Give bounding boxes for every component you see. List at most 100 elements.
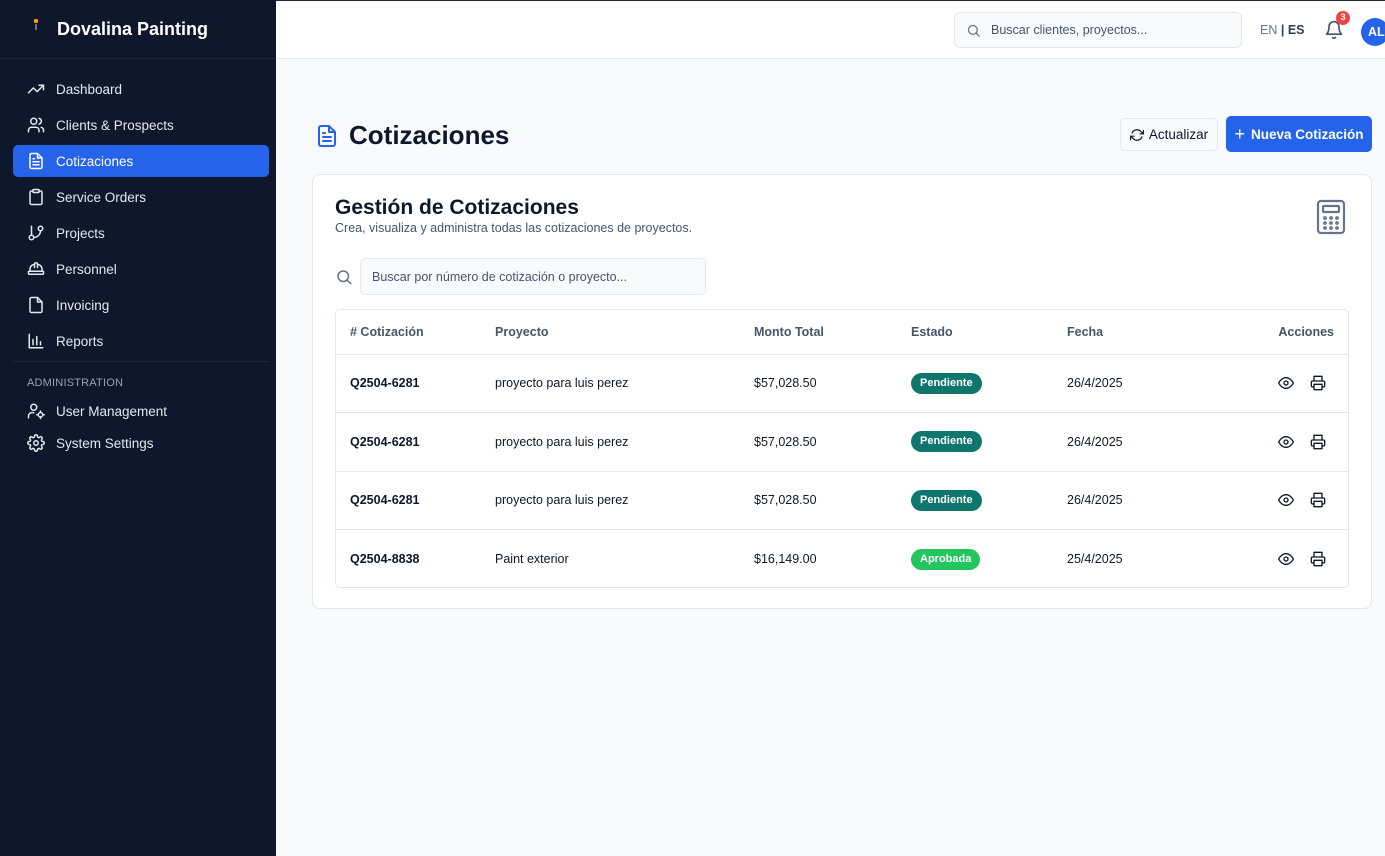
sidebar-item-label: Reports bbox=[56, 333, 104, 349]
global-search-input[interactable] bbox=[991, 23, 1221, 37]
quote-project: proyecto para luis perez bbox=[495, 412, 754, 472]
quote-search[interactable] bbox=[360, 258, 706, 295]
card-title: Gestión de Cotizaciones bbox=[335, 196, 579, 219]
printer-icon[interactable] bbox=[1310, 551, 1326, 567]
column-header-amount[interactable]: Monto Total bbox=[754, 310, 911, 355]
eye-icon[interactable] bbox=[1278, 375, 1294, 391]
sidebar-item-invoicing[interactable]: Invoicing bbox=[13, 289, 269, 321]
main-nav: Dashboard Clients & Prospects Cotizacion… bbox=[0, 59, 276, 457]
users-icon bbox=[27, 117, 45, 133]
sidebar-item-label: Service Orders bbox=[56, 189, 147, 205]
lang-separator: | bbox=[1280, 23, 1285, 37]
search-icon bbox=[967, 24, 980, 37]
quote-search-input[interactable] bbox=[372, 269, 692, 284]
quotes-card: Gestión de Cotizaciones Crea, visualiza … bbox=[312, 174, 1372, 609]
page-title: Cotizaciones bbox=[315, 120, 509, 151]
quote-date: 26/4/2025 bbox=[1067, 471, 1227, 530]
action-group bbox=[1227, 375, 1334, 391]
language-switcher: EN | ES bbox=[1260, 23, 1305, 37]
quote-actions bbox=[1227, 530, 1348, 588]
hard-hat-icon bbox=[27, 262, 45, 275]
quote-actions bbox=[1227, 354, 1348, 413]
calculator-icon bbox=[1316, 199, 1346, 235]
sidebar-item-projects[interactable]: Projects bbox=[13, 217, 269, 249]
quote-project: proyecto para luis perez bbox=[495, 471, 754, 530]
refresh-button[interactable]: Actualizar bbox=[1120, 118, 1218, 151]
action-group bbox=[1227, 434, 1334, 450]
table-header-row: # Cotización Proyecto Monto Total Estado… bbox=[336, 310, 1348, 355]
sidebar-item-label: Clients & Prospects bbox=[56, 117, 174, 133]
sidebar-item-clients[interactable]: Clients & Prospects bbox=[13, 109, 269, 141]
quote-number: Q2504-6281 bbox=[336, 354, 495, 413]
eye-icon[interactable] bbox=[1278, 434, 1294, 450]
printer-icon[interactable] bbox=[1310, 434, 1326, 450]
avatar[interactable]: AL bbox=[1361, 18, 1385, 46]
quote-amount: $57,028.50 bbox=[754, 471, 911, 530]
column-header-actions: Acciones bbox=[1227, 310, 1348, 355]
sidebar-item-dashboard[interactable]: Dashboard bbox=[13, 73, 269, 105]
action-group bbox=[1227, 492, 1334, 508]
sidebar-item-personnel[interactable]: Personnel bbox=[13, 253, 269, 285]
column-header-date[interactable]: Fecha bbox=[1067, 310, 1227, 355]
quote-amount: $57,028.50 bbox=[754, 354, 911, 413]
new-quote-button-label: Nueva Cotización bbox=[1250, 126, 1364, 142]
sidebar-item-label: Dashboard bbox=[56, 81, 123, 97]
status-badge: Pendiente bbox=[911, 372, 982, 394]
quote-actions bbox=[1227, 471, 1348, 530]
column-header-number[interactable]: # Cotización bbox=[336, 310, 495, 355]
quote-amount: $57,028.50 bbox=[754, 412, 911, 472]
bar-chart-icon bbox=[28, 333, 44, 349]
new-quote-button[interactable]: + Nueva Cotización bbox=[1226, 116, 1372, 152]
eye-icon[interactable] bbox=[1278, 492, 1294, 508]
card-subtitle: Crea, visualiza y administra todas las c… bbox=[335, 221, 693, 235]
quote-project: Paint exterior bbox=[495, 552, 569, 566]
action-group bbox=[1227, 551, 1334, 567]
quotes-table-container: # Cotización Proyecto Monto Total Estado… bbox=[335, 309, 1349, 588]
quote-number: Q2504-6281 bbox=[336, 471, 495, 530]
status-badge: Pendiente bbox=[911, 489, 982, 511]
quotes-table: # Cotización Proyecto Monto Total Estado… bbox=[336, 310, 1348, 588]
git-branch-icon bbox=[28, 225, 44, 241]
plus-icon: + bbox=[1234, 124, 1245, 144]
table-row[interactable]: Q2504-6281 proyecto para luis perez $57,… bbox=[336, 412, 1348, 472]
search-icon bbox=[337, 270, 352, 285]
table-row[interactable]: Q2504-6281 proyecto para luis perez $57,… bbox=[336, 471, 1348, 530]
sidebar-item-cotizaciones[interactable]: Cotizaciones bbox=[13, 145, 269, 177]
sidebar-item-system-settings[interactable]: System Settings bbox=[13, 429, 269, 457]
quote-amount: $16,149.00 bbox=[754, 552, 817, 566]
table-row[interactable]: Q2504-6281 proyecto para luis perez $57,… bbox=[336, 354, 1348, 413]
sidebar: Dovalina Painting Dashboard Clients & Pr… bbox=[0, 0, 276, 856]
lang-en-link[interactable]: EN bbox=[1260, 23, 1277, 37]
file-text-icon bbox=[318, 124, 336, 147]
global-search[interactable] bbox=[954, 12, 1242, 48]
sidebar-item-label: System Settings bbox=[56, 435, 154, 451]
sidebar-item-reports[interactable]: Reports bbox=[13, 325, 269, 357]
gear-icon bbox=[27, 434, 45, 452]
sidebar-item-label: Invoicing bbox=[56, 297, 110, 313]
column-header-project[interactable]: Proyecto bbox=[495, 310, 754, 355]
quote-date: 25/4/2025 bbox=[1067, 552, 1123, 566]
sidebar-item-user-management[interactable]: User Management bbox=[13, 397, 269, 425]
printer-icon[interactable] bbox=[1310, 492, 1326, 508]
refresh-button-label: Actualizar bbox=[1148, 127, 1209, 142]
notification-badge: 3 bbox=[1336, 11, 1350, 25]
quote-status-cell: Pendiente bbox=[911, 471, 1067, 530]
file-icon bbox=[29, 296, 43, 314]
status-badge: Aprobada bbox=[911, 548, 981, 570]
refresh-icon bbox=[1129, 128, 1144, 141]
clipboard-icon bbox=[29, 188, 43, 206]
sidebar-item-label: Cotizaciones bbox=[56, 153, 134, 169]
sidebar-item-service-orders[interactable]: Service Orders bbox=[13, 181, 269, 213]
column-header-status[interactable]: Estado bbox=[911, 310, 1067, 355]
quote-project: proyecto para luis perez bbox=[495, 354, 754, 413]
user-cog-icon bbox=[27, 403, 45, 420]
brand[interactable]: Dovalina Painting bbox=[0, 0, 276, 59]
trending-up-icon bbox=[27, 84, 45, 94]
quote-status-cell: Pendiente bbox=[911, 412, 1067, 472]
table-row[interactable]: Q2504-8838 Paint exterior $16,149.00 Apr… bbox=[336, 530, 1348, 588]
eye-icon[interactable] bbox=[1278, 551, 1294, 567]
lang-es-link[interactable]: ES bbox=[1288, 23, 1305, 37]
printer-icon[interactable] bbox=[1310, 375, 1326, 391]
sidebar-item-label: Personnel bbox=[56, 261, 117, 277]
quote-actions bbox=[1227, 412, 1348, 472]
